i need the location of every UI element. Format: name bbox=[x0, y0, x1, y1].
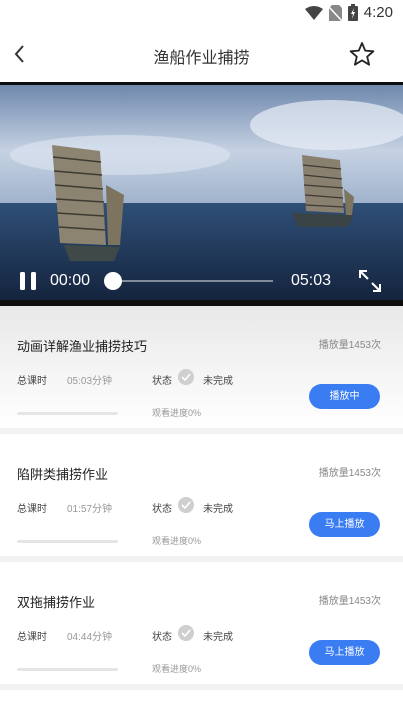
status-bar: 4:20 bbox=[0, 0, 403, 28]
check-icon bbox=[178, 625, 194, 641]
video-controls: 00:00 05:03 bbox=[0, 262, 403, 300]
total-label: 总课时 bbox=[17, 632, 47, 643]
video-player[interactable]: 00:00 05:03 bbox=[0, 85, 403, 302]
lesson-item[interactable]: 陷阱类捕捞作业 播放量1453次 总课时 01:57分钟 状态 未完成 观看进度… bbox=[0, 434, 403, 562]
lesson-title: 陷阱类捕捞作业 bbox=[17, 467, 109, 482]
battery-icon bbox=[347, 4, 358, 21]
watch-progress-text: 观看进度0% bbox=[152, 664, 202, 674]
watch-progress-bar bbox=[17, 540, 118, 543]
wifi-icon bbox=[304, 5, 323, 20]
watch-progress-text: 观看进度0% bbox=[152, 408, 202, 418]
watch-progress-text: 观看进度0% bbox=[152, 536, 202, 546]
lesson-duration: 01:57分钟 bbox=[67, 504, 113, 515]
state-label: 状态 bbox=[152, 504, 172, 515]
seek-knob[interactable] bbox=[104, 272, 122, 290]
total-label: 总课时 bbox=[17, 376, 47, 387]
total-time: 05:03 bbox=[291, 272, 332, 289]
check-icon bbox=[178, 497, 194, 513]
state-label: 状态 bbox=[152, 376, 172, 387]
lesson-views: 播放量1453次 bbox=[318, 596, 381, 607]
watch-progress-bar bbox=[17, 412, 118, 415]
lesson-status: 未完成 bbox=[203, 376, 233, 387]
play-button[interactable]: 播放中 bbox=[309, 384, 380, 409]
header: 渔船作业捕捞 bbox=[0, 28, 403, 82]
no-sim-icon bbox=[328, 4, 342, 21]
status-icons: 4:20 bbox=[304, 4, 393, 21]
lesson-title: 双拖捕捞作业 bbox=[17, 595, 96, 610]
pause-icon[interactable] bbox=[19, 271, 37, 291]
lesson-views: 播放量1453次 bbox=[318, 340, 381, 351]
status-time: 4:20 bbox=[363, 4, 393, 21]
lesson-title: 动画详解渔业捕捞技巧 bbox=[17, 339, 148, 354]
lesson-list: 动画详解渔业捕捞技巧 播放量1453次 总课时 05:03分钟 状态 未完成 观… bbox=[0, 306, 403, 690]
seek-bar[interactable] bbox=[113, 280, 273, 282]
fullscreen-icon[interactable] bbox=[357, 268, 383, 294]
lesson-duration: 04:44分钟 bbox=[67, 632, 113, 643]
lesson-status: 未完成 bbox=[203, 632, 233, 643]
current-time: 00:00 bbox=[50, 272, 91, 289]
watch-progress-bar bbox=[17, 668, 118, 671]
star-icon[interactable] bbox=[349, 41, 375, 67]
play-button[interactable]: 马上播放 bbox=[309, 512, 380, 537]
lesson-item[interactable]: 双拖捕捞作业 播放量1453次 总课时 04:44分钟 状态 未完成 观看进度0… bbox=[0, 562, 403, 690]
total-label: 总课时 bbox=[17, 504, 47, 515]
lesson-item[interactable]: 动画详解渔业捕捞技巧 播放量1453次 总课时 05:03分钟 状态 未完成 观… bbox=[0, 306, 403, 434]
lesson-views: 播放量1453次 bbox=[318, 468, 381, 479]
state-label: 状态 bbox=[152, 632, 172, 643]
play-button[interactable]: 马上播放 bbox=[309, 640, 380, 665]
lesson-status: 未完成 bbox=[203, 504, 233, 515]
lesson-duration: 05:03分钟 bbox=[67, 376, 113, 387]
check-icon bbox=[178, 369, 194, 385]
page-title: 渔船作业捕捞 bbox=[153, 50, 250, 67]
